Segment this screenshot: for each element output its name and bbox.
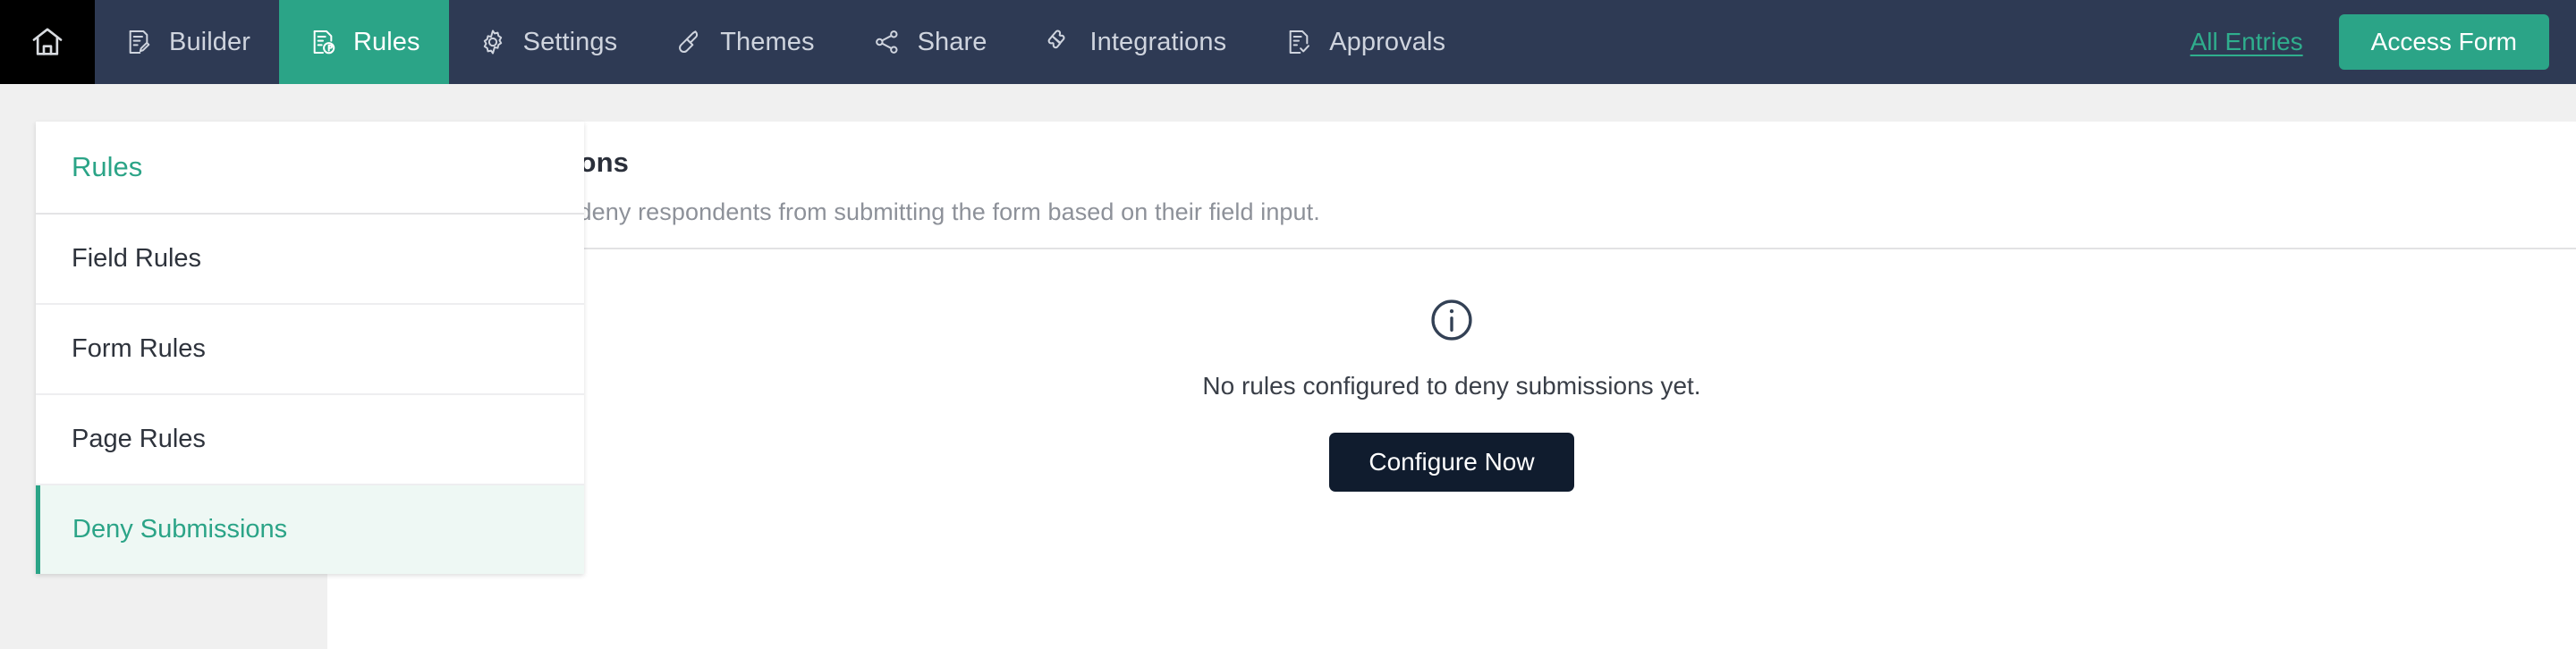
nav-item-rules[interactable]: Rules xyxy=(279,0,449,84)
sidebar-item-field-rules[interactable]: Field Rules xyxy=(36,215,584,305)
nav-item-label: Themes xyxy=(720,28,814,57)
sidebar-item-form-rules[interactable]: Form Rules xyxy=(36,305,584,395)
nav-item-settings[interactable]: Settings xyxy=(449,0,647,84)
form-builder-icon xyxy=(123,27,154,57)
main-content-panel: Deny Submissions Configure rules to deny… xyxy=(327,122,2576,649)
nav-item-label: Approvals xyxy=(1329,28,1445,57)
rules-sidebar: Rules Field Rules Form Rules Page Rules … xyxy=(36,122,584,574)
sidebar-title: Rules xyxy=(36,122,584,215)
nav-item-label: Settings xyxy=(523,28,618,57)
sidebar-item-deny-submissions[interactable]: Deny Submissions xyxy=(36,485,584,574)
access-form-button[interactable]: Access Form xyxy=(2339,14,2549,70)
gear-icon xyxy=(478,27,508,57)
sidebar-item-page-rules[interactable]: Page Rules xyxy=(36,395,584,485)
sidebar-item-label: Field Rules xyxy=(72,244,201,273)
share-nodes-icon xyxy=(872,27,902,57)
nav-item-approvals[interactable]: Approvals xyxy=(1255,0,1474,84)
nav-right-actions: All Entries Access Form xyxy=(2190,0,2576,84)
sidebar-item-label: Deny Submissions xyxy=(72,515,287,544)
content-header: Deny Submissions Configure rules to deny… xyxy=(327,122,2576,226)
nav-item-builder[interactable]: Builder xyxy=(95,0,279,84)
home-button[interactable] xyxy=(0,0,95,84)
nav-item-label: Rules xyxy=(353,28,420,57)
paint-brush-icon xyxy=(674,27,705,57)
document-check-icon xyxy=(1284,27,1314,57)
info-circle-icon xyxy=(1428,296,1476,349)
nav-item-share[interactable]: Share xyxy=(843,0,1016,84)
page-subtitle: Configure rules to deny respondents from… xyxy=(379,198,2576,226)
page-title: Deny Submissions xyxy=(379,147,2576,179)
nav-item-label: Builder xyxy=(169,28,250,57)
configure-now-button[interactable]: Configure Now xyxy=(1329,433,1573,492)
nav-item-integrations[interactable]: Integrations xyxy=(1015,0,1255,84)
home-icon xyxy=(30,24,65,60)
nav-spacer xyxy=(1474,0,2190,84)
puzzle-piece-icon xyxy=(1044,27,1074,57)
rules-doc-icon xyxy=(308,27,338,57)
nav-item-list: Builder Rules Settings xyxy=(95,0,1474,84)
nav-item-themes[interactable]: Themes xyxy=(646,0,843,84)
nav-item-label: Integrations xyxy=(1089,28,1226,57)
top-navigation-bar: Builder Rules Settings xyxy=(0,0,2576,84)
all-entries-link[interactable]: All Entries xyxy=(2190,28,2303,56)
sidebar-item-label: Page Rules xyxy=(72,425,206,453)
sidebar-item-label: Form Rules xyxy=(72,334,206,363)
empty-state: No rules configured to deny submissions … xyxy=(327,249,2576,492)
nav-item-label: Share xyxy=(918,28,987,57)
empty-state-message: No rules configured to deny submissions … xyxy=(1202,372,1700,400)
